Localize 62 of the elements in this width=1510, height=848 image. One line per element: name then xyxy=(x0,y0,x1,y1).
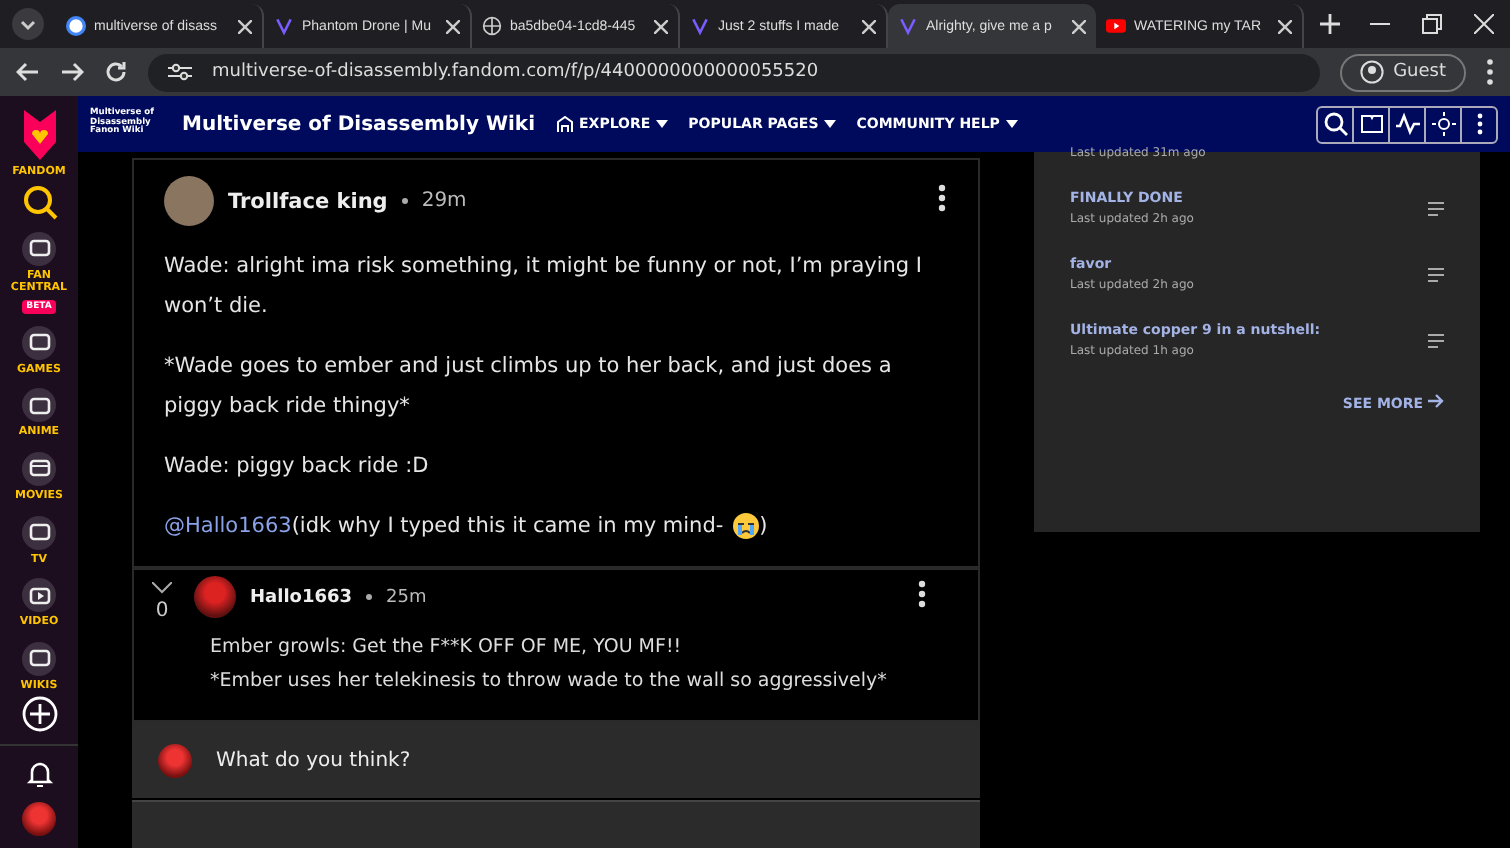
post-paragraph: *Wade goes to ember and just climbs up to her back, and just does a piggy back ride thingy* xyxy=(164,352,894,422)
back-icon[interactable] xyxy=(16,60,40,84)
crying-emoji-icon xyxy=(731,512,760,540)
separator-dot-icon xyxy=(401,198,408,204)
arrow-right-icon xyxy=(1428,394,1444,408)
site-settings-icon[interactable] xyxy=(168,62,192,82)
separator-dot-icon xyxy=(366,594,373,600)
clapper-icon[interactable] xyxy=(22,451,56,486)
comment-input[interactable]: What do you think? xyxy=(212,747,954,773)
reply-text: Ember growls: Get the F**K OFF OF ME, YOU MF!! xyxy=(208,636,684,658)
activity-icon[interactable] xyxy=(1390,107,1426,141)
post-text: ) xyxy=(759,512,768,542)
search-icon[interactable] xyxy=(21,183,57,220)
caret-icon xyxy=(656,120,669,128)
user-avatar[interactable] xyxy=(194,576,236,618)
circle-logo-icon xyxy=(66,16,86,36)
new-tab-icon[interactable] xyxy=(1320,14,1340,34)
close-icon[interactable] xyxy=(1278,19,1292,33)
play-icon xyxy=(1106,16,1126,36)
post-time: 29m xyxy=(421,190,467,212)
text-lines-icon xyxy=(1428,267,1444,281)
mention-link[interactable]: @Hallo1663 xyxy=(164,506,292,546)
menu-icon[interactable] xyxy=(1486,58,1494,86)
v-logo-icon xyxy=(690,16,710,36)
user-avatar[interactable] xyxy=(164,176,214,226)
post-paragraph: Wade: piggy back ride :D xyxy=(164,452,431,482)
profile-button[interactable]: Guest xyxy=(1339,53,1466,91)
tv-icon[interactable] xyxy=(22,515,56,550)
url-text: multiverse-of-disassembly.fandom.com/f/p/4400000000000055520 xyxy=(212,62,819,82)
home-icon xyxy=(555,116,574,132)
globe-icon xyxy=(482,16,502,36)
close-icon[interactable] xyxy=(1072,19,1086,33)
post-time: 25m xyxy=(386,587,427,607)
wiki-title[interactable]: Multiverse of Disassembly Wiki xyxy=(182,113,536,135)
tab-list-button[interactable] xyxy=(12,8,44,40)
play-icon[interactable] xyxy=(22,578,56,613)
text-lines-icon xyxy=(1428,333,1444,347)
close-icon[interactable] xyxy=(238,19,252,33)
reload-icon[interactable] xyxy=(104,60,128,84)
vote-count: 0 xyxy=(155,600,169,622)
comment-field[interactable]: What do you think? xyxy=(132,722,980,798)
sun-icon[interactable] xyxy=(1426,107,1462,141)
close-icon[interactable] xyxy=(654,19,668,33)
reply-text: *Ember uses her telekinesis to throw wade to the wall so aggressively* xyxy=(208,670,889,692)
user-avatar xyxy=(158,743,192,777)
author-name[interactable]: Trollface king xyxy=(228,189,388,213)
caret-icon xyxy=(824,120,837,128)
close-icon[interactable] xyxy=(862,19,876,33)
add-icon[interactable] xyxy=(21,696,57,733)
close-icon[interactable] xyxy=(446,19,460,33)
v-logo-icon xyxy=(898,16,918,36)
post-text: (idk why I typed this it came in my mind- xyxy=(291,512,724,542)
v-logo-icon xyxy=(274,16,294,36)
caret-icon xyxy=(1005,120,1018,128)
user-avatar[interactable] xyxy=(22,802,56,836)
upvote-icon[interactable] xyxy=(152,582,172,594)
forward-icon[interactable] xyxy=(60,60,84,84)
text-lines-icon xyxy=(1428,201,1444,215)
address-bar[interactable]: multiverse-of-disassembly.fandom.com/f/p/4400000000000055520 xyxy=(148,53,1320,91)
bell-icon[interactable] xyxy=(25,758,53,790)
author-name[interactable]: Hallo1663 xyxy=(250,587,353,607)
post-paragraph: Wade: alright ima risk something, it might be funny or not, I’m praying I won’t die. xyxy=(164,252,925,322)
